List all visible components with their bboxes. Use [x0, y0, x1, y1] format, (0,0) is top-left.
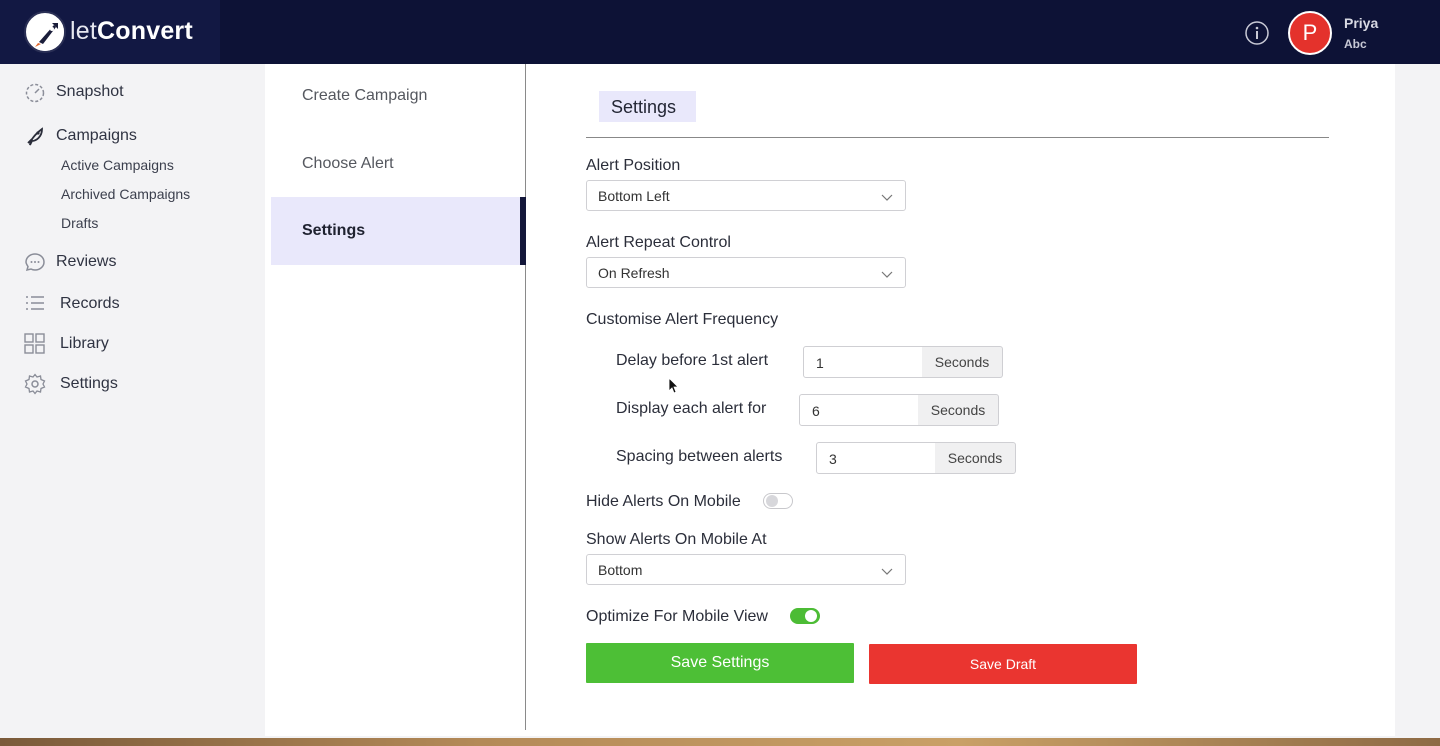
title-divider	[586, 137, 1329, 138]
repeat-control-select[interactable]: On Refresh	[586, 257, 906, 288]
step-choose-alert[interactable]: Choose Alert	[302, 155, 394, 173]
list-icon	[24, 293, 46, 315]
sidebar-item-records[interactable]: Records	[24, 292, 120, 316]
sidebar-item-label: Campaigns	[56, 127, 137, 144]
sidebar-subitem-active-campaigns[interactable]: Active Campaigns	[61, 157, 174, 173]
display-unit: Seconds	[918, 394, 999, 426]
frequency-label: Customise Alert Frequency	[586, 311, 779, 328]
gauge-icon	[24, 81, 46, 103]
avatar[interactable]: P	[1288, 11, 1332, 55]
spacing-label: Spacing between alerts	[616, 448, 783, 465]
chevron-down-icon	[881, 190, 893, 202]
brand-logo[interactable]: letConvert	[0, 0, 220, 64]
info-icon[interactable]	[1245, 21, 1269, 45]
sidebar-item-label: Settings	[60, 375, 118, 392]
select-value: On Refresh	[598, 265, 670, 281]
sidebar-item-label: Library	[60, 335, 109, 352]
brand-name: letConvert	[70, 17, 193, 45]
user-org: Abc	[1344, 37, 1367, 51]
display-label: Display each alert for	[616, 400, 767, 417]
mouse-cursor-icon	[668, 377, 679, 394]
top-bar: letConvert P Priya Abc	[0, 0, 1440, 64]
background-strip	[0, 738, 1440, 746]
toggle-knob	[805, 610, 817, 622]
sidebar-item-label: Snapshot	[56, 83, 124, 100]
toggle-knob	[766, 495, 778, 507]
select-value: Bottom	[598, 562, 643, 578]
input-value: 6	[812, 403, 820, 419]
sidebar-item-settings[interactable]: Settings	[24, 372, 118, 396]
delay-input[interactable]: 1	[803, 346, 923, 378]
sidebar-item-library[interactable]: Library	[24, 332, 109, 356]
grid-icon	[24, 333, 46, 355]
rocket-logo-icon	[24, 11, 66, 53]
chat-bubble-icon	[24, 251, 46, 273]
sidebar-subitem-archived-campaigns[interactable]: Archived Campaigns	[61, 186, 190, 202]
steps-divider	[525, 64, 526, 730]
sidebar-item-label: Reviews	[56, 253, 117, 270]
save-draft-button[interactable]: Save Draft	[869, 644, 1137, 684]
input-value: 3	[829, 451, 837, 467]
rocket-icon	[24, 125, 46, 147]
gear-icon	[24, 373, 46, 395]
page-title: Settings	[599, 91, 696, 122]
chevron-down-icon	[881, 267, 893, 279]
sidebar-item-label: Records	[60, 295, 120, 312]
step-active-indicator	[520, 197, 526, 265]
spacing-unit: Seconds	[935, 442, 1016, 474]
delay-unit: Seconds	[922, 346, 1003, 378]
spacing-input[interactable]: 3	[816, 442, 936, 474]
sidebar-item-campaigns[interactable]: Campaigns	[24, 124, 137, 148]
sidebar-item-snapshot[interactable]: Snapshot	[24, 80, 124, 104]
alert-position-label: Alert Position	[586, 157, 681, 174]
delay-label: Delay before 1st alert	[616, 352, 769, 369]
mobile-position-label: Show Alerts On Mobile At	[586, 531, 767, 548]
select-value: Bottom Left	[598, 188, 670, 204]
hide-mobile-label: Hide Alerts On Mobile	[586, 493, 741, 510]
optimize-mobile-toggle[interactable]	[790, 608, 820, 624]
hide-mobile-toggle[interactable]	[763, 493, 793, 509]
optimize-mobile-label: Optimize For Mobile View	[586, 608, 768, 625]
save-settings-button[interactable]: Save Settings	[586, 643, 854, 683]
step-create-campaign[interactable]: Create Campaign	[302, 87, 427, 105]
display-input[interactable]: 6	[799, 394, 919, 426]
user-name[interactable]: Priya	[1344, 15, 1378, 31]
mobile-position-select[interactable]: Bottom	[586, 554, 906, 585]
input-value: 1	[816, 355, 824, 371]
repeat-control-label: Alert Repeat Control	[586, 234, 731, 251]
sidebar-subitem-drafts[interactable]: Drafts	[61, 215, 98, 231]
sidebar-item-reviews[interactable]: Reviews	[24, 250, 116, 274]
alert-position-select[interactable]: Bottom Left	[586, 180, 906, 211]
chevron-down-icon	[881, 564, 893, 576]
step-settings[interactable]: Settings	[302, 222, 365, 240]
